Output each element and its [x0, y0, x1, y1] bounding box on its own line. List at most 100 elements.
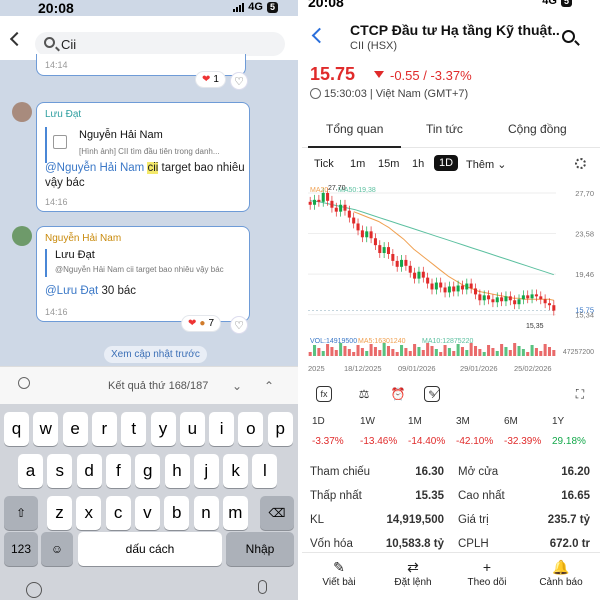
fx-icon[interactable]: fx — [316, 386, 332, 402]
volume-bar — [504, 347, 508, 356]
candle-body — [500, 297, 504, 302]
avatar[interactable] — [12, 102, 32, 122]
key-k[interactable]: k — [223, 454, 249, 488]
volume-label: MA5:16301240 — [358, 338, 406, 345]
reaction-badge[interactable]: ❤ ● 7 — [182, 316, 220, 331]
candle-body — [360, 230, 364, 238]
key-v[interactable]: v — [134, 496, 160, 530]
key-e[interactable]: e — [62, 412, 88, 446]
user-search-icon[interactable] — [18, 377, 30, 389]
key-c[interactable]: c — [105, 496, 131, 530]
back-icon[interactable] — [9, 31, 25, 47]
search-icon[interactable] — [562, 30, 575, 43]
back-icon[interactable] — [311, 27, 328, 44]
key-i[interactable]: i — [209, 412, 235, 446]
compare-icon[interactable]: ⚖ — [354, 384, 374, 404]
key-b[interactable]: b — [164, 496, 190, 530]
emoji-key[interactable]: ☺ — [41, 532, 73, 566]
key-o[interactable]: o — [238, 412, 264, 446]
key-q[interactable]: q — [4, 412, 29, 446]
candle-body — [456, 285, 460, 292]
key-s[interactable]: s — [47, 454, 73, 488]
key-n[interactable]: n — [193, 496, 219, 530]
key-j[interactable]: j — [193, 454, 219, 488]
microphone-icon[interactable] — [258, 580, 267, 594]
key-p[interactable]: p — [267, 412, 293, 446]
pencil-icon[interactable]: ✎ — [424, 386, 440, 402]
quoted-message[interactable]: Lưu Đạt @Nguyễn Hải Nam cii target bao n… — [45, 249, 241, 277]
candle-body — [552, 305, 556, 311]
nav-write-post[interactable]: ✎ Viết bài — [304, 559, 374, 588]
like-button[interactable]: ♡ — [230, 72, 248, 90]
candle-body — [478, 294, 482, 301]
range-more[interactable]: Thêm ⌄ — [466, 158, 506, 171]
key-x[interactable]: x — [76, 496, 102, 530]
tab-overview[interactable]: Tổng quan — [307, 122, 402, 148]
nav-follow[interactable]: + Theo dõi — [452, 559, 522, 588]
nav-alert[interactable]: 🔔 Cảnh báo — [526, 559, 596, 588]
volume-bar — [521, 349, 525, 356]
globe-icon[interactable] — [26, 582, 42, 598]
volume-bar — [413, 344, 417, 356]
key-l[interactable]: l — [252, 454, 278, 488]
chevron-up-icon[interactable]: ⌃ — [264, 379, 274, 393]
key-w[interactable]: w — [33, 412, 59, 446]
key-y[interactable]: y — [150, 412, 176, 446]
volume-bar — [530, 345, 534, 356]
space-key[interactable]: dấu cách — [78, 532, 222, 566]
alarm-icon[interactable]: ⏰ — [388, 384, 408, 404]
volume-bar — [500, 344, 504, 356]
key-f[interactable]: f — [105, 454, 131, 488]
range-1h[interactable]: 1h — [412, 158, 424, 170]
y-tick-label: 23,58 — [575, 230, 594, 239]
enter-key[interactable]: Nhập — [226, 532, 294, 566]
range-1d[interactable]: 1D — [434, 155, 459, 171]
y-tick-label: 27,70 — [575, 189, 594, 198]
view-previous-button[interactable]: Xem cập nhật trước — [104, 346, 207, 363]
key-g[interactable]: g — [135, 454, 161, 488]
perf-value: -32.39% — [504, 436, 542, 447]
candle-body — [339, 204, 343, 212]
key-a[interactable]: a — [18, 454, 43, 488]
fullscreen-icon[interactable]: ⛶ — [570, 384, 590, 404]
key-d[interactable]: d — [76, 454, 102, 488]
stat-value: 16.65 — [561, 490, 590, 502]
key-z[interactable]: z — [47, 496, 72, 530]
mention-link[interactable]: @Nguyễn Hải Nam — [45, 162, 144, 174]
nav-place-order[interactable]: ⇄ Đặt lệnh — [378, 559, 448, 588]
key-r[interactable]: r — [91, 412, 117, 446]
numbers-key[interactable]: 123 — [4, 532, 38, 566]
key-t[interactable]: t — [121, 412, 147, 446]
shift-key[interactable]: ⇧ — [4, 496, 38, 530]
like-button[interactable]: ♡ — [230, 316, 248, 334]
tab-community[interactable]: Cộng đồng — [508, 122, 567, 136]
key-h[interactable]: h — [164, 454, 190, 488]
message-bubble[interactable]: Nguyễn Hải Nam Lưu Đạt @Nguyễn Hải Nam c… — [36, 226, 250, 322]
range-15m[interactable]: 15m — [378, 158, 399, 170]
mention-link[interactable]: @Lưu Đạt — [45, 285, 98, 297]
stat-label: Thấp nhất — [310, 490, 362, 502]
backspace-key[interactable]: ⌫ — [260, 496, 294, 530]
key-m[interactable]: m — [222, 496, 248, 530]
reaction-badge[interactable]: ❤ 1 — [196, 72, 225, 87]
gear-icon[interactable] — [575, 158, 586, 169]
quoted-message[interactable]: Nguyễn Hải Nam [Hình ảnh] CII tìm đầu ti… — [45, 127, 241, 163]
status-bar: 20:08 4G 5 — [302, 0, 600, 16]
search-input[interactable]: Cii — [35, 32, 285, 56]
message-bubble[interactable]: Lưu Đạt Nguyễn Hải Nam [Hình ảnh] CII tì… — [36, 102, 250, 212]
key-u[interactable]: u — [179, 412, 205, 446]
candle-body — [326, 192, 330, 201]
candle-body — [347, 210, 351, 218]
message-text: @Nguyễn Hải Nam cii target bao nhiêu vậy… — [45, 161, 245, 191]
range-1m[interactable]: 1m — [350, 158, 365, 170]
range-tick[interactable]: Tick — [314, 158, 334, 170]
chevron-down-icon[interactable]: ⌄ — [232, 379, 242, 393]
perf-value: -3.37% — [312, 436, 344, 447]
volume-bar — [343, 346, 347, 356]
volume-bar — [473, 346, 478, 356]
tab-news[interactable]: Tin tức — [426, 122, 463, 136]
price-chart[interactable]: 27,7023,5819,4615,3415,75MA20: MA50:19,38… — [302, 180, 600, 360]
volume-bar — [321, 351, 325, 356]
range-selector: Tick 1m 15m 1h 1D Thêm ⌄ — [302, 154, 600, 178]
avatar[interactable] — [12, 226, 32, 246]
